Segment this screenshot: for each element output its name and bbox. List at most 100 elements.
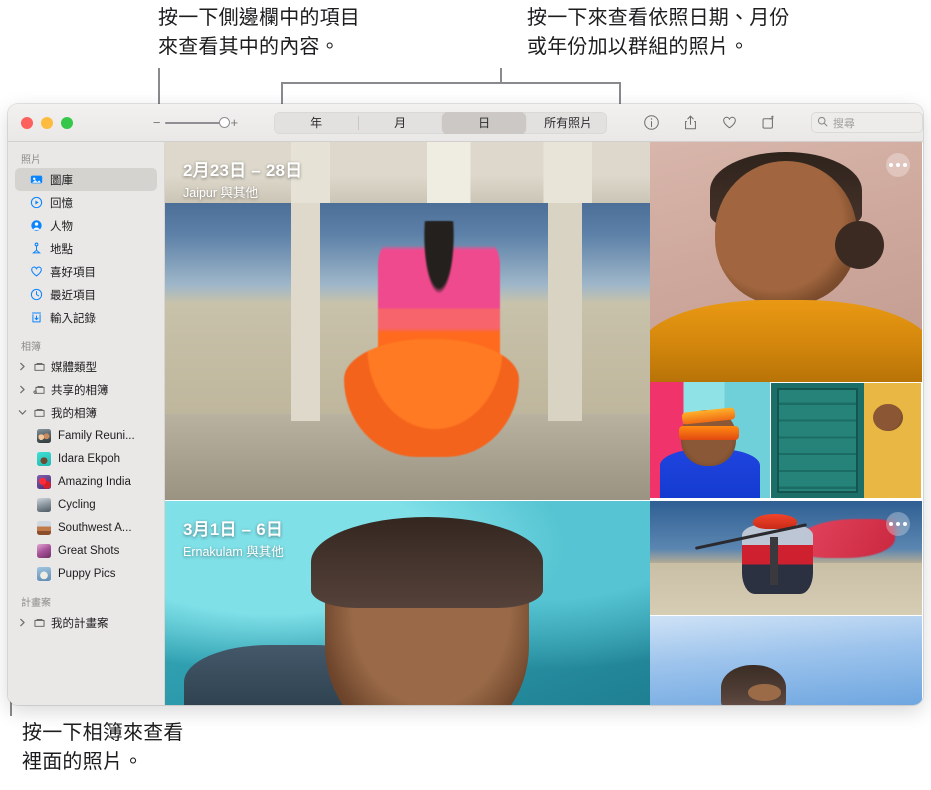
window-body: 照片 圖庫 回憶 人物 地點 喜好項目 最近項目 輸入記錄 相簿 媒體類型 共享… [8,142,923,705]
sidebar-item-places[interactable]: 地點 [15,237,157,260]
callout-album-text: 按一下相簿來查看 裡面的照片。 [22,722,184,773]
tab-months[interactable]: 月 [358,112,442,134]
photo-cell-dancer[interactable]: 2月23日 – 28日 Jaipur 與其他 [165,142,650,500]
zoom-slider-track[interactable] [165,116,231,128]
sidebar-album-puppy-pics[interactable]: Puppy Pics [15,562,157,585]
photo-cell-cyclist[interactable] [650,501,922,615]
sidebar-group-my-albums[interactable]: 我的相簿 [15,401,157,424]
import-icon [29,311,43,325]
thumbnail-zoom-slider[interactable]: − + [153,116,238,129]
zoom-in-icon[interactable]: + [230,116,238,129]
zoom-button[interactable] [61,116,73,129]
minimize-button[interactable] [41,116,53,129]
view-mode-segmented-control[interactable]: 年 月 日 所有照片 [274,111,607,134]
sidebar-group-shared-albums[interactable]: 共享的相簿 [15,378,157,401]
photo-grid[interactable]: 2月23日 – 28日 Jaipur 與其他 3月1日 – 6日 Ernakul… [165,142,923,705]
window-toolbar: − + 年 月 日 所有照片 搜尋 [8,104,923,142]
sidebar-album-southwest[interactable]: Southwest A... [15,516,157,539]
favorite-heart-icon[interactable] [721,114,738,131]
dot [903,522,907,526]
chevron-right-icon[interactable] [17,362,27,372]
sidebar-item-favorites[interactable]: 喜好項目 [15,260,157,283]
sidebar-item-label: 圖庫 [50,174,73,187]
info-icon[interactable] [643,114,660,131]
zoom-slider-knob[interactable] [219,116,231,128]
sidebar-item-label: 輸入記錄 [50,312,96,325]
sidebar[interactable]: 照片 圖庫 回憶 人物 地點 喜好項目 最近項目 輸入記錄 相簿 媒體類型 共享… [8,142,165,705]
sidebar-section-albums-header: 相簿 [21,342,41,353]
rotate-icon[interactable] [760,114,777,131]
sidebar-group-label: 共享的相簿 [51,384,109,397]
screenshot-stage: 按一下側邊欄中的項目 來查看其中的內容。 按一下來查看依照日期、月份 或年份加以… [0,0,931,790]
dot [896,522,900,526]
photo-cell-elder-woman[interactable] [650,142,922,382]
sidebar-item-label: 回憶 [50,197,73,210]
photo-image [650,501,922,615]
photo-group-header: 2月23日 – 28日 Jaipur 與其他 [183,160,302,203]
sidebar-item-people[interactable]: 人物 [15,214,157,237]
sidebar-item-recents[interactable]: 最近項目 [15,283,157,306]
photo-image [650,382,770,498]
chevron-down-icon[interactable] [17,408,27,418]
photo-detail [715,161,857,306]
sidebar-item-library[interactable]: 圖庫 [15,168,157,191]
photo-cell-sky-girl[interactable] [650,615,922,705]
photo-group-row: 2月23日 – 28日 Jaipur 與其他 [165,142,923,500]
chevron-right-icon[interactable] [17,385,27,395]
photo-subrow [650,382,922,498]
album-thumbnail [37,428,51,443]
photos-app-window: − + 年 月 日 所有照片 搜尋 照片 圖庫 回憶 人物 地點 喜好項目 最近… [8,104,923,705]
callout-sidebar-text: 按一下側邊欄中的項目 來查看其中的內容。 [158,7,360,58]
more-options-button[interactable] [886,153,910,177]
places-icon [29,242,43,256]
photo-detail [650,300,922,382]
sidebar-album-family-reunion[interactable]: Family Reuni... [15,424,157,447]
sidebar-album-label: Idara Ekpoh [58,452,121,465]
sidebar-album-cycling[interactable]: Cycling [15,493,157,516]
close-button[interactable] [21,116,33,129]
chevron-right-icon[interactable] [17,618,27,628]
sidebar-album-amazing-india[interactable]: Amazing India [15,470,157,493]
heart-icon [29,265,43,279]
photo-group-date: 3月1日 – 6日 [183,520,284,539]
album-thumbnail [37,451,51,466]
share-icon[interactable] [682,114,699,131]
folder-icon [32,406,46,420]
sidebar-album-label: Amazing India [58,475,131,488]
leader-line-toolbar-bracket-top [281,82,621,84]
sidebar-item-memories[interactable]: 回憶 [15,191,157,214]
photo-column-right [650,501,922,705]
clock-icon [29,288,43,302]
tab-all-photos[interactable]: 所有照片 [526,112,607,134]
sidebar-group-media-types[interactable]: 媒體類型 [15,355,157,378]
album-thumbnail [37,566,51,581]
sidebar-album-great-shots[interactable]: Great Shots [15,539,157,562]
sidebar-item-imports[interactable]: 輸入記錄 [15,306,157,329]
album-thumbnail [37,520,51,535]
sidebar-item-label: 喜好項目 [50,266,96,279]
sidebar-album-label: Family Reuni... [58,429,135,442]
sidebar-item-label: 最近項目 [50,289,96,302]
album-thumbnail [37,543,51,558]
folder-icon [32,360,46,374]
more-options-button[interactable] [886,512,910,536]
sidebar-group-my-projects[interactable]: 我的計畫案 [15,611,157,634]
tab-days[interactable]: 日 [442,111,527,134]
search-placeholder: 搜尋 [832,117,855,130]
zoom-out-icon[interactable]: − [153,116,161,129]
sidebar-section-photos-header: 照片 [21,155,41,166]
search-input[interactable]: 搜尋 [810,112,923,133]
tab-years[interactable]: 年 [274,112,358,134]
photo-cell-swimmer[interactable]: 3月1日 – 6日 Ernakulam 與其他 [165,501,650,705]
window-traffic-lights [8,116,139,129]
sidebar-album-idara-ekpoh[interactable]: Idara Ekpoh [15,447,157,470]
photo-group-row: 3月1日 – 6日 Ernakulam 與其他 [165,500,923,705]
library-icon [29,173,43,187]
photo-cell-green-door[interactable] [770,382,921,498]
dot [903,163,907,167]
sidebar-group-label: 我的計畫案 [51,617,109,630]
photo-detail [678,426,739,440]
photo-cell-sunglasses-man[interactable] [650,382,770,498]
photo-image [650,142,922,382]
photo-detail [873,403,903,432]
